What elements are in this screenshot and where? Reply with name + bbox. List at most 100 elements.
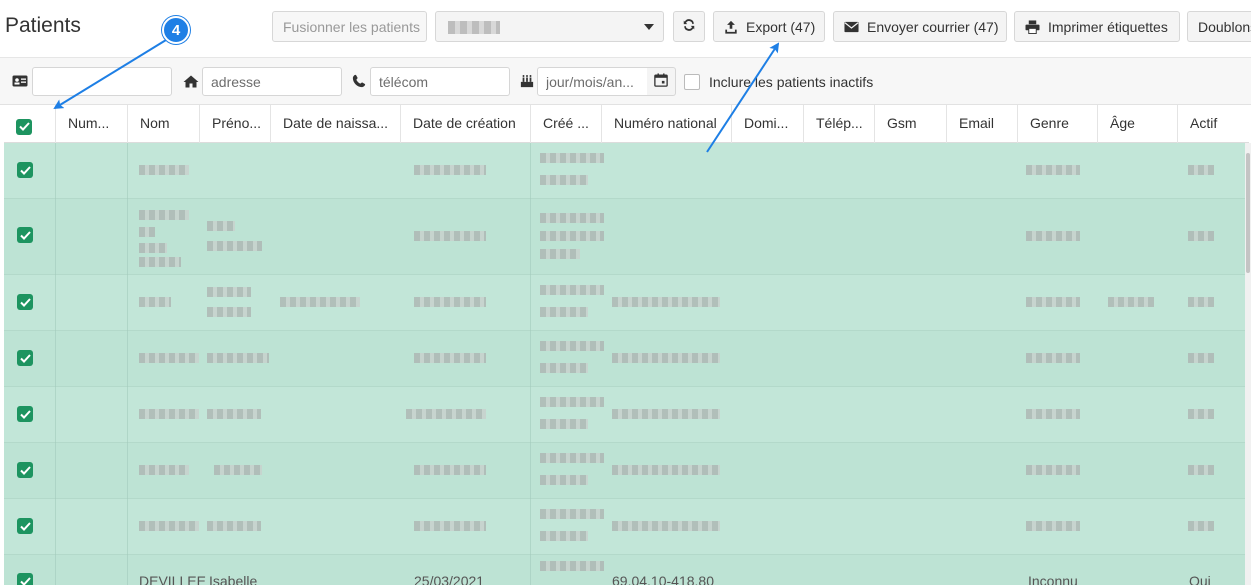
printer-icon	[1025, 19, 1040, 34]
table-row[interactable]	[4, 199, 1249, 275]
selected-value-redacted	[448, 21, 500, 34]
column-header-cree-par[interactable]: Créé ...	[530, 105, 601, 143]
redacted-cell	[139, 165, 189, 175]
row-checkbox[interactable]	[17, 573, 33, 585]
row-checkbox[interactable]	[17, 518, 33, 534]
column-divider	[127, 143, 128, 585]
redacted-cell	[139, 297, 171, 307]
row-checkbox[interactable]	[17, 406, 33, 422]
include-inactive-checkbox[interactable]	[684, 74, 700, 90]
envelope-icon	[844, 21, 859, 33]
vertical-scrollbar[interactable]	[1245, 143, 1251, 585]
redacted-cell	[1188, 353, 1214, 363]
redacted-cell	[540, 213, 604, 223]
redacted-cell	[139, 465, 189, 475]
table-row[interactable]	[4, 143, 1249, 199]
table-row[interactable]: DEVILLEE Isabelle 25/03/2021 69.04.10-41…	[4, 555, 1249, 585]
cell-genre: Inconnu	[1028, 573, 1078, 585]
redacted-cell	[1188, 165, 1214, 175]
redacted-cell	[207, 307, 251, 317]
include-inactive-label[interactable]: Inclure les patients inactifs	[709, 74, 873, 90]
patients-table-body: DEVILLEE Isabelle 25/03/2021 69.04.10-41…	[4, 143, 1249, 585]
cell-prenom: Isabelle	[209, 573, 258, 585]
column-header-domicile[interactable]: Domi...	[731, 105, 803, 143]
address-input[interactable]	[202, 67, 342, 96]
redacted-cell	[1188, 409, 1214, 419]
redacted-cell	[139, 521, 199, 531]
cell-actif: Oui	[1189, 573, 1211, 585]
redacted-cell	[612, 297, 720, 307]
row-checkbox[interactable]	[17, 462, 33, 478]
redacted-cell	[1188, 465, 1214, 475]
refresh-button[interactable]	[673, 11, 705, 42]
redacted-cell	[139, 409, 199, 419]
redacted-cell	[540, 419, 588, 429]
calendar-button[interactable]	[647, 67, 676, 96]
redacted-cell	[540, 475, 588, 485]
column-header-date-naissance[interactable]: Date de naissa...	[270, 105, 400, 143]
birthday-cake-icon	[519, 74, 535, 88]
redacted-cell	[540, 341, 604, 351]
print-labels-label: Imprimer étiquettes	[1048, 18, 1168, 35]
redacted-cell	[540, 153, 604, 163]
redacted-cell	[207, 221, 235, 231]
cell-date-creation: 25/03/2021	[414, 573, 485, 585]
select-all-checkbox[interactable]	[16, 118, 32, 135]
phone-icon	[351, 74, 367, 88]
merge-patients-button[interactable]: Fusionner les patients	[272, 11, 427, 42]
cell-numero-national: 69.04.10-418.80	[612, 573, 714, 585]
duplicates-button[interactable]: Doublons	[1187, 11, 1251, 42]
patient-id-input[interactable]	[32, 67, 172, 96]
redacted-cell	[612, 409, 720, 419]
redacted-cell	[207, 353, 269, 363]
table-row[interactable]	[4, 443, 1249, 499]
redacted-cell	[1026, 521, 1080, 531]
row-checkbox[interactable]	[17, 227, 33, 243]
send-mail-button[interactable]: Envoyer courrier (47)	[833, 11, 1007, 42]
merge-patients-label: Fusionner les patients	[283, 18, 420, 35]
print-labels-button[interactable]: Imprimer étiquettes	[1014, 11, 1180, 42]
redacted-cell	[1026, 231, 1080, 241]
redacted-cell	[540, 285, 604, 295]
redacted-cell	[612, 465, 720, 475]
row-checkbox[interactable]	[17, 294, 33, 310]
redacted-cell	[612, 353, 720, 363]
column-header-genre[interactable]: Genre	[1017, 105, 1097, 143]
scrollbar-thumb[interactable]	[1246, 153, 1250, 273]
cell-nom: DEVILLEE	[139, 573, 206, 585]
select-all-cell	[4, 105, 55, 143]
column-divider	[530, 143, 531, 585]
redacted-cell	[414, 465, 486, 475]
patient-group-select[interactable]	[435, 11, 664, 42]
export-button[interactable]: Export (47)	[713, 11, 825, 42]
redacted-cell	[540, 363, 588, 373]
column-header-nom[interactable]: Nom	[127, 105, 199, 143]
column-header-telephone[interactable]: Télép...	[803, 105, 874, 143]
redacted-cell	[1026, 297, 1080, 307]
column-header-date-creation[interactable]: Date de création	[400, 105, 530, 143]
redacted-cell	[414, 353, 486, 363]
redacted-cell	[540, 397, 604, 407]
table-row[interactable]	[4, 331, 1249, 387]
table-row[interactable]	[4, 499, 1249, 555]
column-header-actif[interactable]: Actif	[1177, 105, 1249, 143]
column-header-numero-national[interactable]: Numéro national	[601, 105, 731, 143]
redacted-cell	[540, 249, 580, 259]
redacted-cell	[1026, 465, 1080, 475]
birthdate-input[interactable]	[537, 67, 648, 96]
column-header-gsm[interactable]: Gsm	[874, 105, 946, 143]
column-header-email[interactable]: Email	[946, 105, 1017, 143]
column-header-num[interactable]: Num...	[55, 105, 127, 143]
redacted-cell	[414, 521, 486, 531]
table-row[interactable]	[4, 387, 1249, 443]
row-checkbox[interactable]	[17, 162, 33, 178]
column-header-age[interactable]: Âge	[1097, 105, 1177, 143]
calendar-icon	[654, 73, 668, 90]
redacted-cell	[139, 227, 155, 237]
redacted-cell	[1026, 165, 1080, 175]
telecom-input[interactable]	[370, 67, 510, 96]
table-row[interactable]	[4, 275, 1249, 331]
column-header-prenom[interactable]: Préno...	[199, 105, 270, 143]
row-checkbox[interactable]	[17, 350, 33, 366]
redacted-cell	[1188, 231, 1214, 241]
